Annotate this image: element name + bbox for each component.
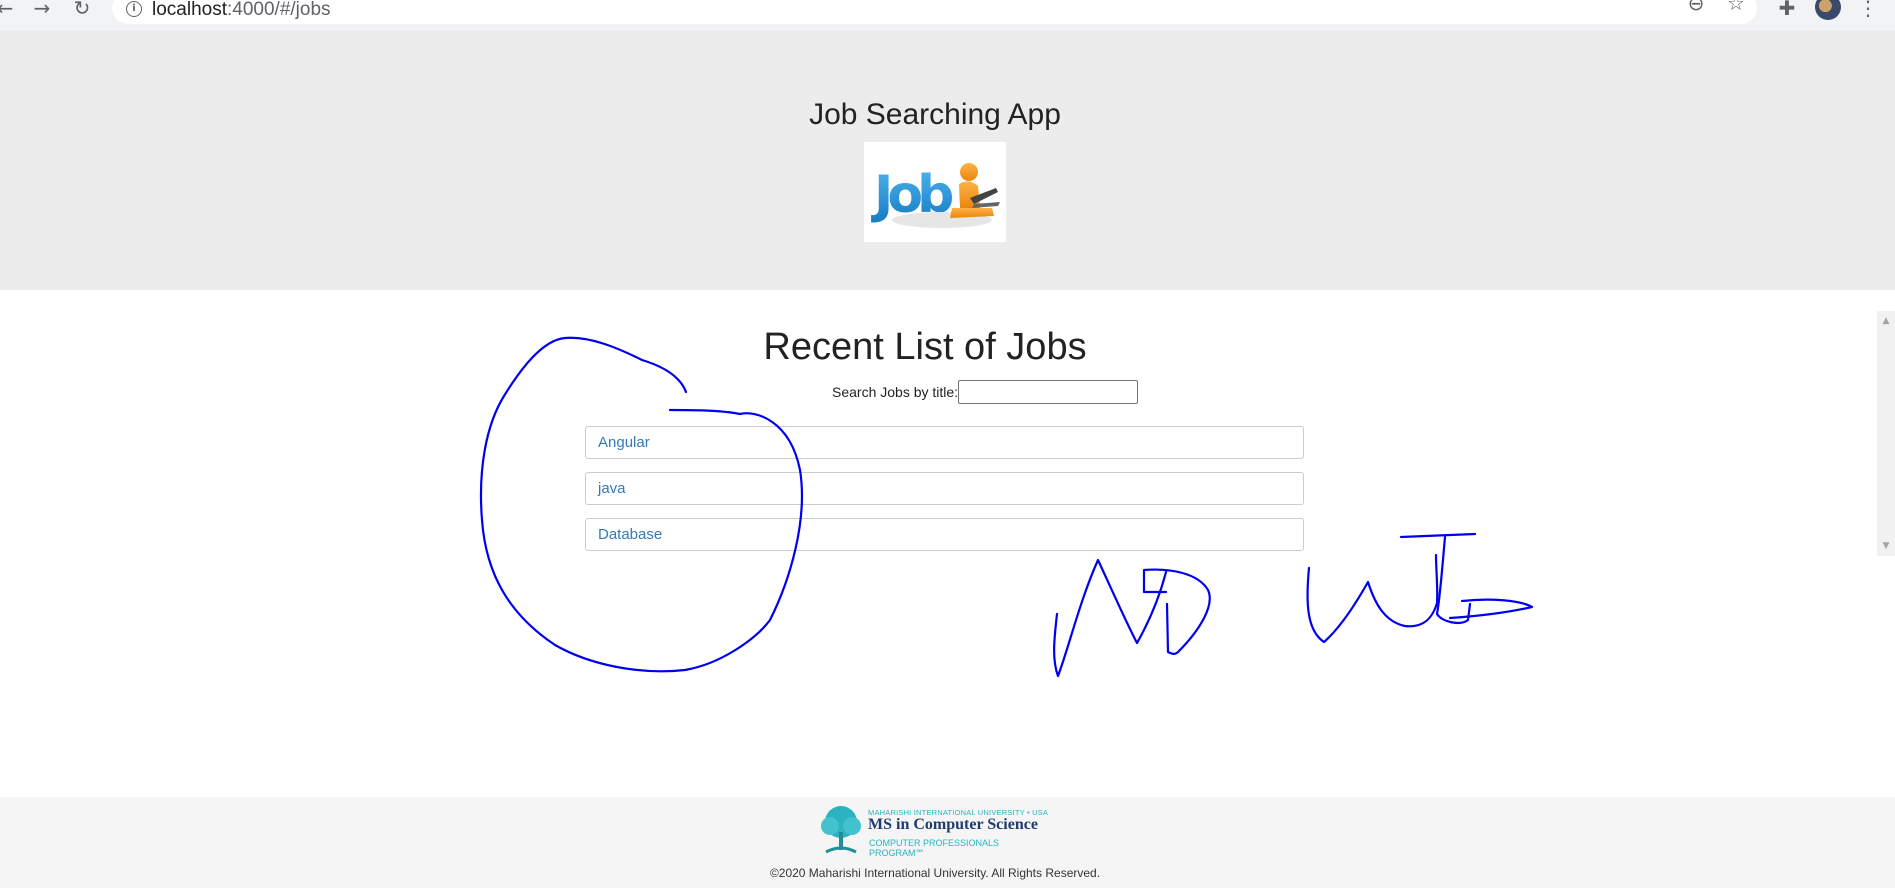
program-line: MS in Computer Science xyxy=(868,816,1038,833)
ink-letter-n xyxy=(1053,558,1168,678)
address-bar[interactable]: i localhost:4000/#/jobs ⊖ ☆ xyxy=(112,0,1757,24)
scroll-up-icon[interactable]: ▲ xyxy=(1877,314,1895,328)
star-icon[interactable]: ☆ xyxy=(1724,0,1748,15)
ink-letter-i-stroke xyxy=(1435,535,1472,624)
job-list: Angular java Database xyxy=(585,426,1304,564)
app-header: Job Searching App Job xyxy=(0,30,1895,290)
url-host: localhost xyxy=(152,0,227,20)
page-title: Recent List of Jobs xyxy=(763,326,1087,368)
jobs-logo: Job xyxy=(864,142,1006,242)
scroll-down-icon[interactable]: ▼ xyxy=(1877,539,1895,553)
search-row: Search Jobs by title: xyxy=(832,379,1139,405)
kebab-menu-icon[interactable]: ⋮ xyxy=(1855,0,1881,20)
cpp-line: COMPUTER PROFESSIONALS PROGRAM℠ xyxy=(869,838,1000,858)
info-icon[interactable]: i xyxy=(126,1,142,17)
ink-crossbar xyxy=(1448,598,1534,620)
copyright: ©2020 Maharishi International University… xyxy=(769,866,1101,880)
ink-letter-o xyxy=(1142,568,1211,655)
tree-icon xyxy=(821,806,861,854)
ink-letter-i xyxy=(1399,532,1477,539)
browser-toolbar: ← → ↻ i localhost:4000/#/jobs ⊖ ☆ ✚ ⋮ xyxy=(0,0,1895,30)
mius-logo: MAHARISHI INTERNATIONAL UNIVERSITY • USA… xyxy=(816,804,1052,858)
reload-icon[interactable]: ↻ xyxy=(69,0,95,20)
ink-letter-u xyxy=(1306,553,1439,644)
forward-arrow-icon[interactable]: → xyxy=(29,0,55,20)
job-item-java[interactable]: java xyxy=(585,472,1304,505)
search-input[interactable] xyxy=(958,380,1139,404)
zoom-out-icon[interactable]: ⊖ xyxy=(1684,0,1708,15)
job-item-database[interactable]: Database xyxy=(585,518,1304,551)
job-item-angular[interactable]: Angular xyxy=(585,426,1304,459)
url-path: :4000/#/jobs xyxy=(227,0,331,20)
back-arrow-icon[interactable]: ← xyxy=(0,0,18,20)
app-title: Job Searching App xyxy=(809,98,1061,131)
page-footer: MAHARISHI INTERNATIONAL UNIVERSITY • USA… xyxy=(0,797,1895,888)
url-text[interactable]: localhost:4000/#/jobs xyxy=(152,0,331,21)
search-label: Search Jobs by title: xyxy=(832,384,959,400)
scrollbar[interactable]: ▲ ▼ xyxy=(1877,311,1895,556)
avatar[interactable] xyxy=(1815,0,1841,20)
puzzle-icon[interactable]: ✚ xyxy=(1774,0,1800,20)
